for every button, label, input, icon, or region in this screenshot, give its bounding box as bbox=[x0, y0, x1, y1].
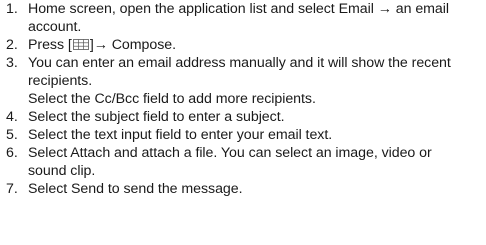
step-3: 3. You can enter an email address manual… bbox=[0, 54, 486, 108]
step-text-line: recipients. bbox=[28, 73, 93, 89]
step-text-line: sound clip. bbox=[28, 163, 96, 179]
step-text-line: Home screen, open the application list a… bbox=[28, 1, 449, 17]
instruction-steps: 1. Home screen, open the application lis… bbox=[0, 0, 486, 198]
grid-menu-icon bbox=[72, 39, 89, 50]
step-text-prefix: Press [ bbox=[28, 37, 72, 53]
step-text-suffix: ]→ Compose. bbox=[89, 37, 176, 53]
step-7: 7. Select Send to send the message. bbox=[0, 180, 486, 198]
step-number: 7. bbox=[6, 181, 18, 197]
step-text-line: Select the Cc/Bcc field to add more reci… bbox=[28, 91, 316, 107]
step-number: 5. bbox=[6, 127, 18, 143]
step-text-line: Select the text input field to enter you… bbox=[28, 127, 333, 143]
step-5: 5. Select the text input field to enter … bbox=[0, 126, 486, 144]
step-4: 4. Select the subject field to enter a s… bbox=[0, 108, 486, 126]
step-1: 1. Home screen, open the application lis… bbox=[0, 0, 486, 36]
step-number: 4. bbox=[6, 109, 18, 125]
step-text-line: Select Attach and attach a file. You can… bbox=[28, 145, 432, 161]
step-2: 2. Press [ ]→ Compose. bbox=[0, 36, 486, 54]
step-number: 6. bbox=[6, 145, 18, 161]
step-text-line: Select Send to send the message. bbox=[28, 181, 243, 197]
step-text-line: account. bbox=[28, 19, 82, 35]
step-number: 1. bbox=[6, 1, 18, 17]
step-text-line: You can enter an email address manually … bbox=[28, 55, 451, 71]
step-number: 3. bbox=[6, 55, 18, 71]
step-6: 6. Select Attach and attach a file. You … bbox=[0, 144, 486, 180]
step-number: 2. bbox=[6, 37, 18, 53]
step-text-line: Press [ ]→ Compose. bbox=[28, 36, 486, 54]
step-text-line: Select the subject field to enter a subj… bbox=[28, 109, 285, 125]
